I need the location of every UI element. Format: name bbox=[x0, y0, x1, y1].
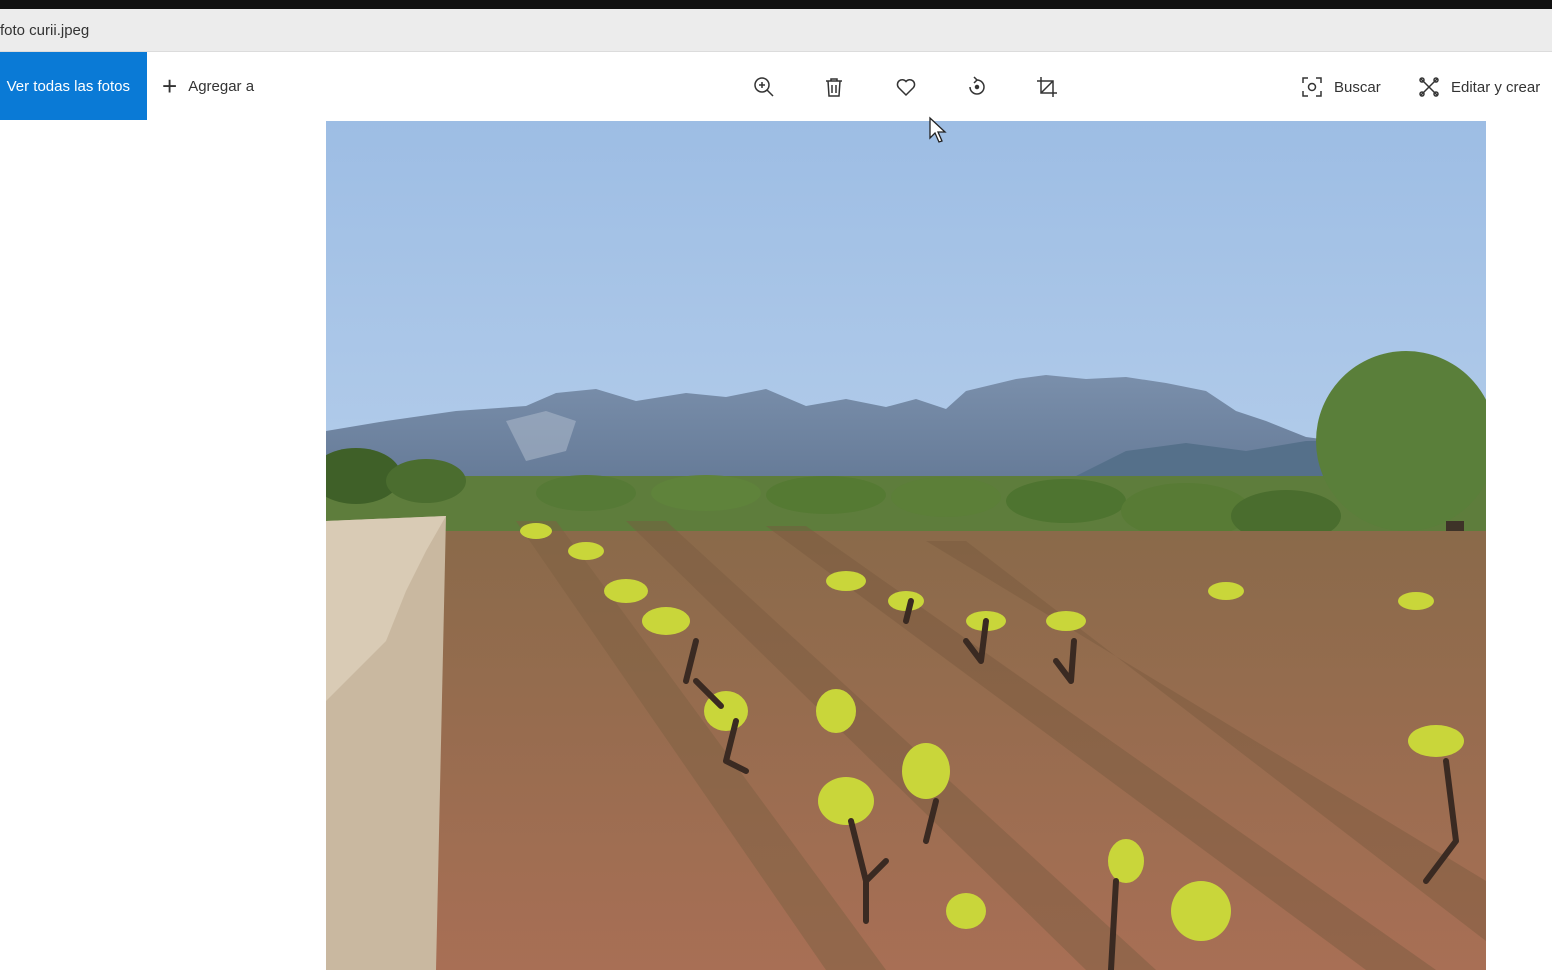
mouse-cursor-icon bbox=[929, 116, 947, 143]
delete-icon[interactable] bbox=[820, 73, 848, 101]
add-to-button[interactable]: + Agregar a bbox=[162, 72, 254, 100]
rotate-icon[interactable] bbox=[963, 73, 991, 101]
plus-icon: + bbox=[162, 71, 178, 101]
zoom-icon[interactable] bbox=[750, 73, 778, 101]
edit-create-button[interactable]: Editar y crear bbox=[1417, 73, 1540, 101]
search-label: Buscar bbox=[1334, 78, 1381, 96]
title-bar: foto curii.jpeg bbox=[0, 9, 1552, 52]
window-top-border bbox=[0, 0, 1552, 9]
crop-icon[interactable] bbox=[1033, 73, 1061, 101]
photo-viewer[interactable] bbox=[326, 121, 1486, 970]
window-title: foto curii.jpeg bbox=[0, 22, 90, 39]
search-button[interactable]: Buscar bbox=[1300, 73, 1381, 101]
toolbar: Ver todas las fotos + Agregar a Buscar E… bbox=[0, 52, 1552, 120]
vineyard-photo bbox=[326, 121, 1486, 970]
edit-create-icon bbox=[1419, 77, 1439, 97]
favorite-icon[interactable] bbox=[892, 73, 920, 101]
add-to-label: Agregar a bbox=[188, 77, 255, 95]
edit-create-label: Editar y crear bbox=[1451, 78, 1541, 96]
search-lens-icon bbox=[1302, 77, 1322, 97]
view-all-photos-button[interactable]: Ver todas las fotos bbox=[0, 52, 147, 120]
